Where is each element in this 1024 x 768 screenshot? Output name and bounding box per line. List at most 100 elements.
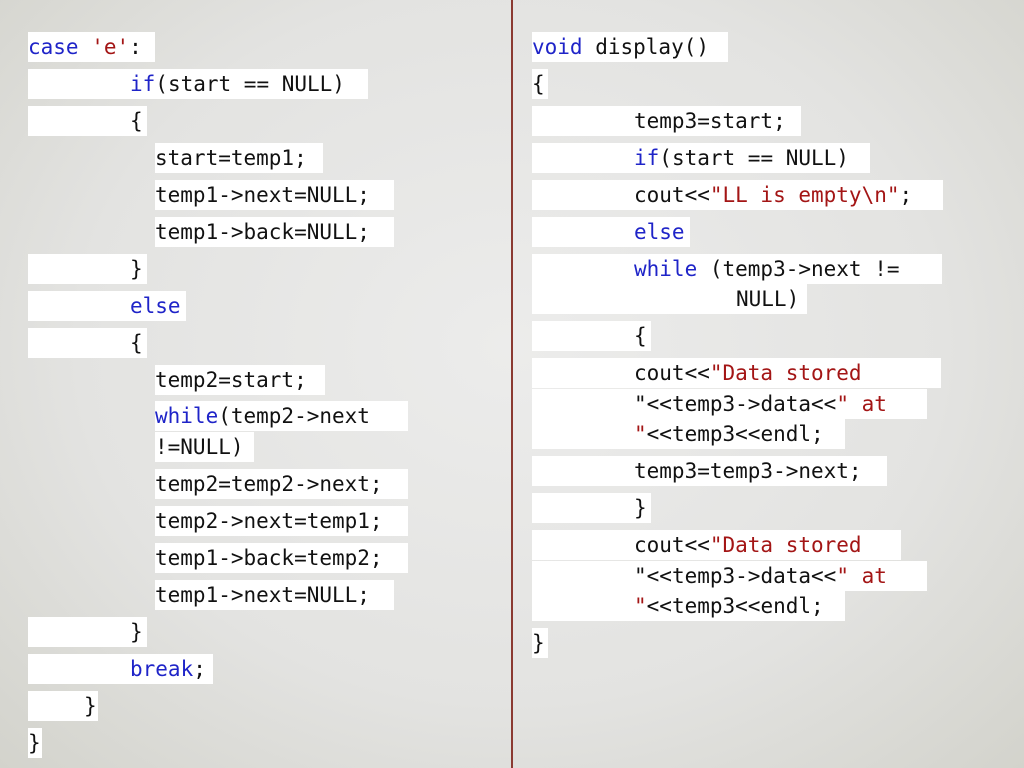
code-token: <<temp3->data<< (646, 564, 837, 588)
code-text: } (634, 493, 647, 523)
code-token: <<temp3->data<< (646, 392, 837, 416)
code-text: cout<<"Data stored (634, 358, 874, 388)
string-token: " at (836, 564, 900, 588)
code-token: display() (595, 35, 710, 59)
keyword-token: case (28, 35, 92, 59)
string-token: " (634, 422, 647, 446)
keyword-token: else (634, 220, 685, 244)
code-text: while(temp2->next (155, 401, 370, 431)
code-token: (start == NULL) (659, 146, 849, 170)
right-code-line: else (513, 217, 1024, 247)
code-token: temp2=start; (155, 368, 307, 392)
code-token: cout<< (634, 183, 710, 207)
code-text: temp1->back=NULL; (155, 217, 370, 247)
code-text: break; (130, 654, 206, 684)
left-code-line: } (0, 691, 511, 721)
code-token: } (130, 257, 143, 281)
left-code-line: else (0, 291, 511, 321)
right-code-panel: void display() {temp3=start; if(start == N… (513, 0, 1024, 768)
code-text: start=temp1; (155, 143, 307, 173)
keyword-token: if (130, 72, 156, 96)
right-code-line: } (513, 493, 1024, 523)
keyword-token: while (634, 257, 710, 281)
code-token: temp1->next=NULL; (155, 183, 370, 207)
right-code-line: cout<<"LL is empty\n"; (513, 180, 1024, 210)
code-text: temp1->next=NULL; (155, 180, 370, 210)
code-token: NULL) (736, 287, 800, 311)
right-code-line: cout<<"Data stored (513, 358, 1024, 388)
code-text: cout<<"LL is empty\n"; (634, 180, 912, 210)
left-code-line: start=temp1; (0, 143, 511, 173)
code-token: { (130, 331, 143, 355)
left-code-line: !=NULL) (0, 432, 511, 462)
right-code-line: temp3=temp3->next; (513, 456, 1024, 486)
code-text: } (532, 628, 545, 658)
right-code-line: if(start == NULL) (513, 143, 1024, 173)
string-token: " at (836, 392, 900, 416)
code-token: } (84, 694, 97, 718)
string-token: " (634, 594, 647, 618)
left-code-line: } (0, 254, 511, 284)
code-text: "<<temp3<<endl; (634, 419, 824, 449)
code-text: else (130, 291, 181, 321)
right-code-line: NULL) (513, 284, 1024, 314)
code-token: } (532, 631, 545, 655)
right-code-line: "<<temp3->data<<" at (513, 389, 1024, 419)
left-code-line: { (0, 106, 511, 136)
code-token: } (28, 731, 41, 755)
string-token: 'e' (91, 35, 130, 59)
code-token: " (634, 564, 647, 588)
code-token: start=temp1; (155, 146, 307, 170)
code-text: } (130, 254, 143, 284)
code-token: temp2->next=temp1; (155, 509, 383, 533)
right-code-line: "<<temp3<<endl; (513, 591, 1024, 621)
code-text: temp1->back=temp2; (155, 543, 383, 573)
left-code-line: case 'e': (0, 32, 511, 62)
code-token: cout<< (634, 533, 710, 557)
string-token: "Data stored (709, 533, 875, 557)
right-code-line: } (513, 628, 1024, 658)
right-code-line: while (temp3->next != (513, 254, 1024, 284)
code-token: { (532, 72, 545, 96)
code-token: temp1->back=temp2; (155, 546, 383, 570)
code-token: } (634, 496, 647, 520)
left-code-line: } (0, 728, 511, 758)
code-token: temp3=start; (634, 109, 786, 133)
code-token: temp3=temp3->next; (634, 459, 862, 483)
left-code-panel: case 'e': if(start == NULL) {start=temp1; t… (0, 0, 511, 768)
left-code-line: while(temp2->next (0, 401, 511, 431)
left-code-line: break; (0, 654, 511, 684)
right-code-line: "<<temp3<<endl; (513, 419, 1024, 449)
code-text: "<<temp3->data<<" at (634, 561, 900, 591)
left-code-line: temp1->back=NULL; (0, 217, 511, 247)
code-text: case 'e': (28, 32, 142, 62)
code-token: { (130, 109, 143, 133)
right-code-line: { (513, 69, 1024, 99)
code-token: (temp3->next != (709, 257, 900, 281)
code-text: while (temp3->next != (634, 254, 900, 284)
code-token: <<temp3<<endl; (646, 594, 824, 618)
code-text: if(start == NULL) (634, 143, 849, 173)
code-token: { (634, 324, 647, 348)
code-token: " (634, 392, 647, 416)
code-token: temp1->back=NULL; (155, 220, 370, 244)
code-text: temp3=temp3->next; (634, 456, 862, 486)
left-code-line: { (0, 328, 511, 358)
code-text: { (634, 321, 647, 351)
code-text: "<<temp3->data<<" at (634, 389, 900, 419)
right-code-line: temp3=start; (513, 106, 1024, 136)
left-code-line: temp2=temp2->next; (0, 469, 511, 499)
string-token: "LL is empty\n" (709, 183, 900, 207)
right-code-line: { (513, 321, 1024, 351)
code-text: } (28, 728, 41, 758)
keyword-token: if (634, 146, 660, 170)
right-code-line: cout<<"Data stored (513, 530, 1024, 560)
left-code-line: } (0, 617, 511, 647)
code-text: { (532, 69, 545, 99)
string-token: "Data stored (709, 361, 875, 385)
code-token: cout<< (634, 361, 710, 385)
code-token: temp2=temp2->next; (155, 472, 383, 496)
code-text: else (634, 217, 685, 247)
code-text: NULL) (736, 284, 799, 314)
code-token: (temp2->next (218, 404, 370, 428)
